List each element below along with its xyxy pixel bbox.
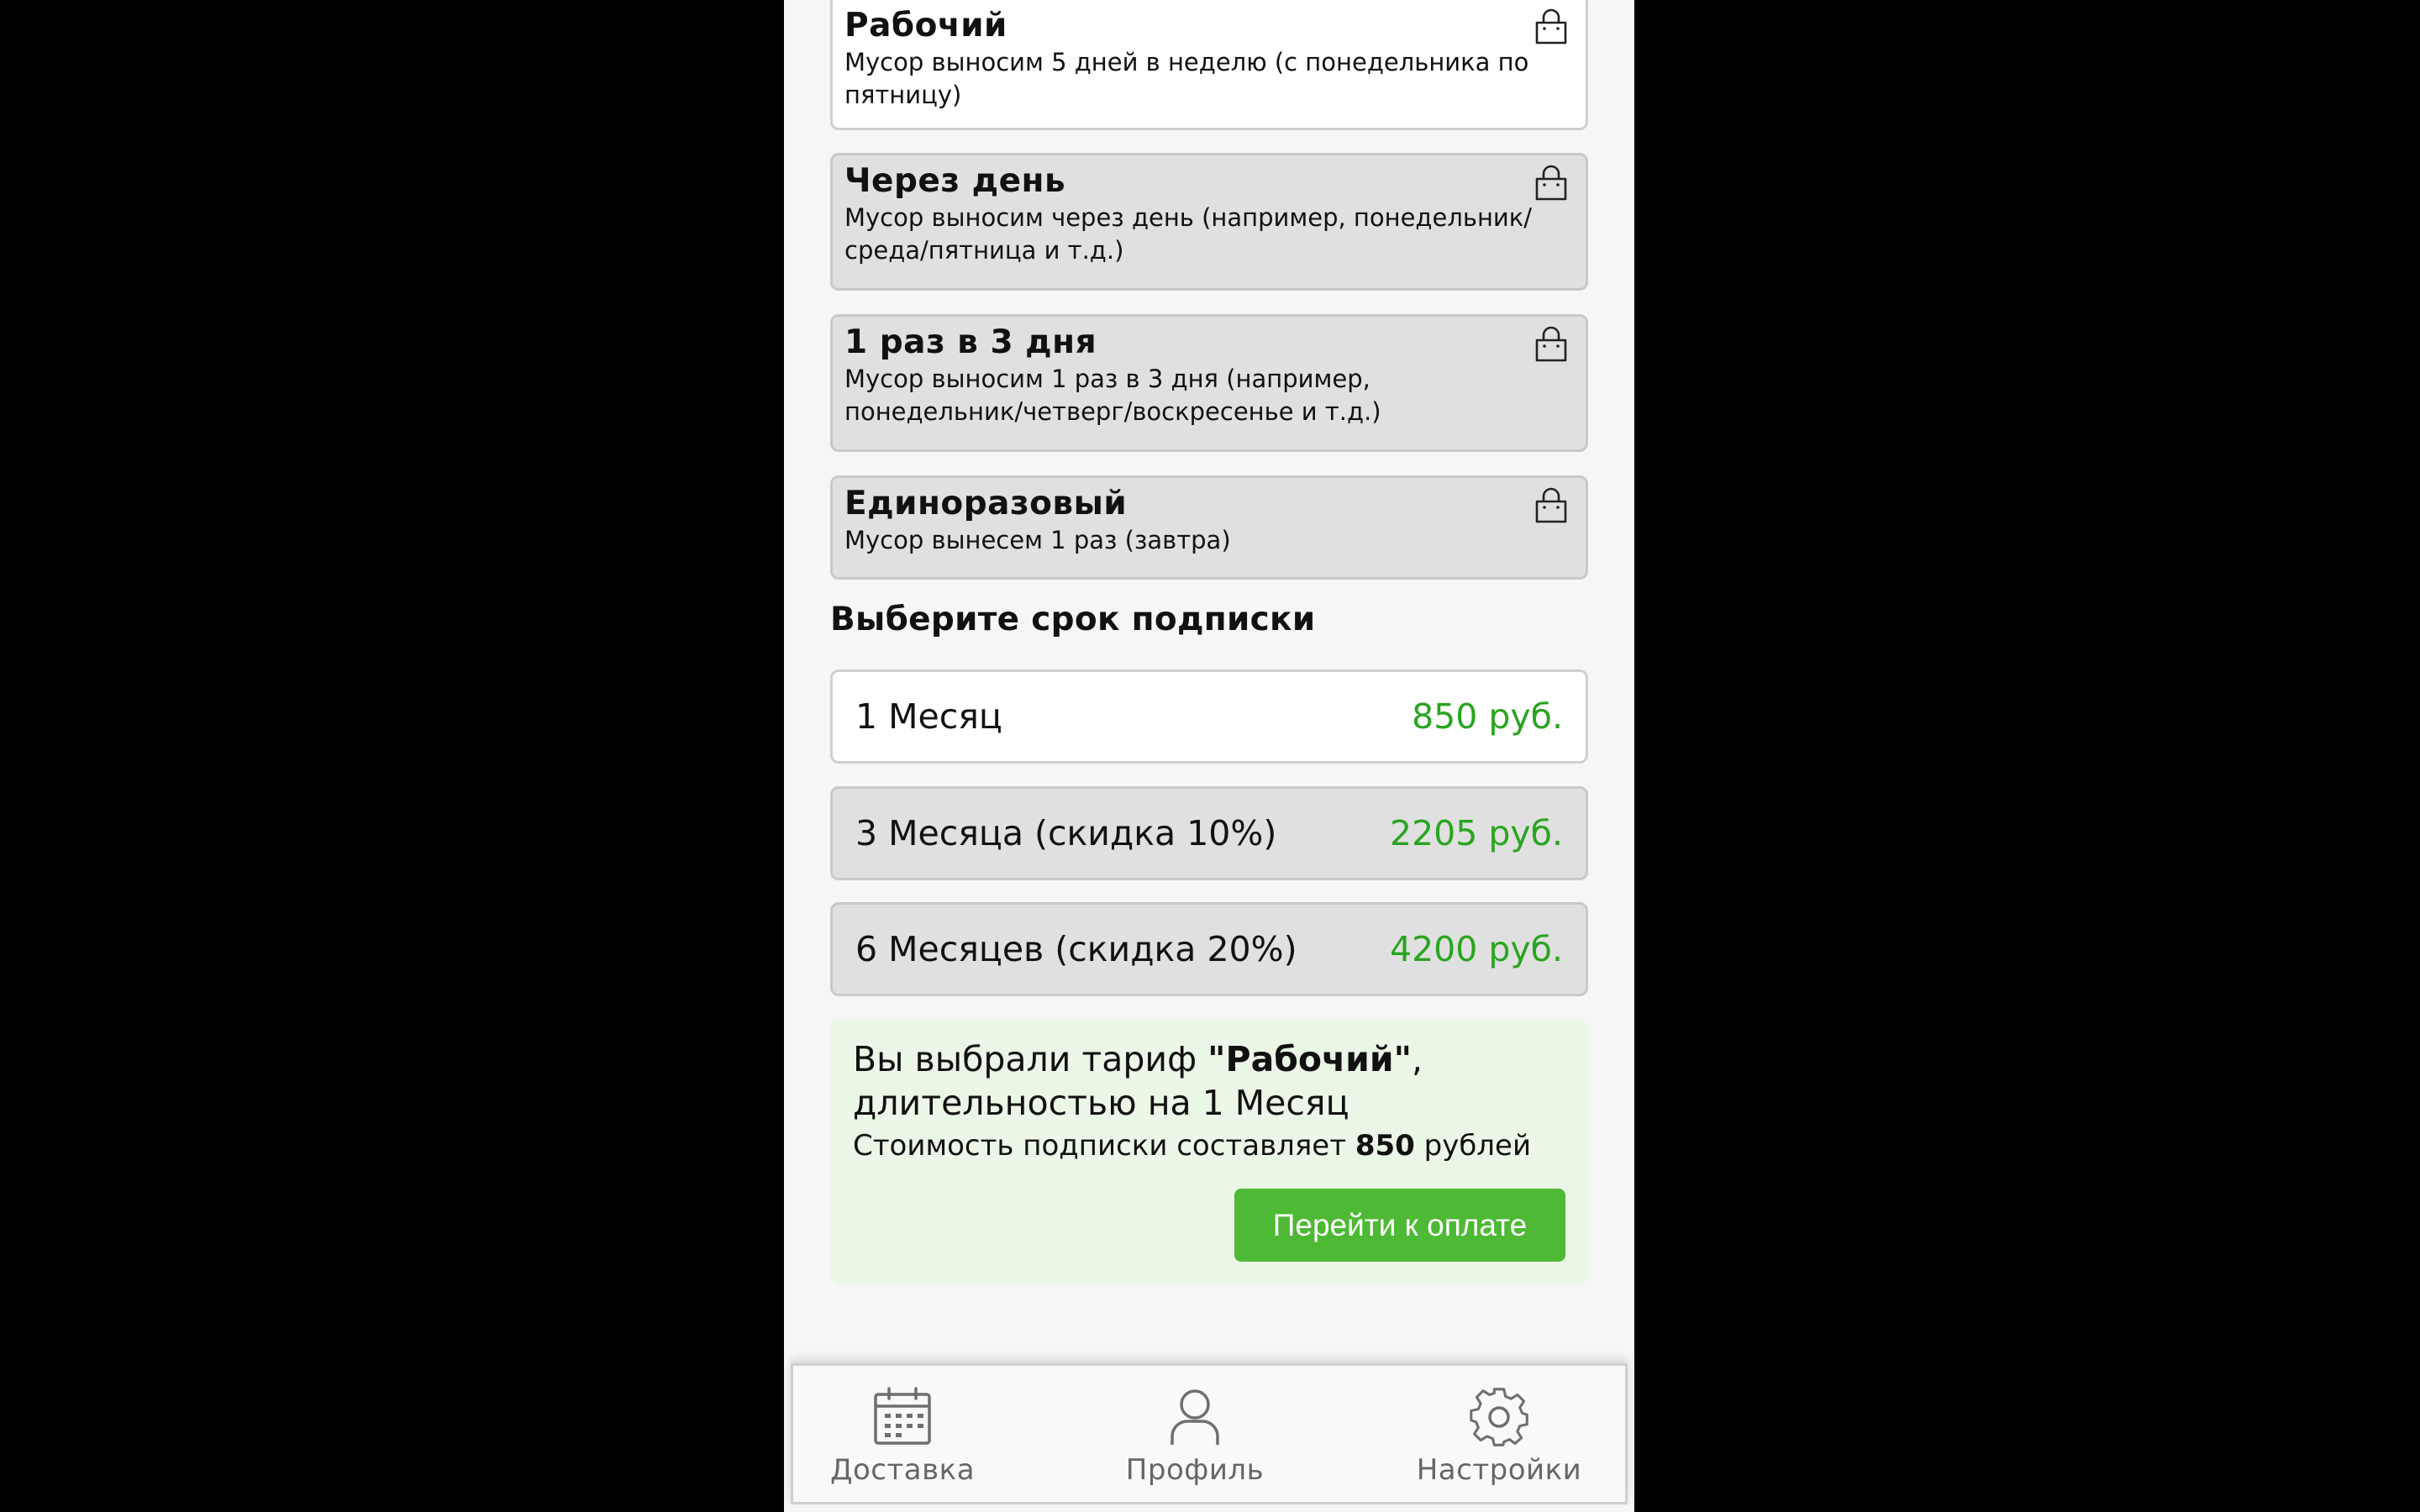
plan-description: Мусор выносим 5 дней в неделю (с понедел… <box>844 48 1529 109</box>
plan-description: Мусор вынесем 1 раз (завтра) <box>844 526 1231 554</box>
selection-summary: Вы выбрали тариф "Рабочий", длительность… <box>830 1019 1588 1284</box>
summary-duration-line: длительностью на 1 Месяц <box>853 1081 1565 1125</box>
term-option-3-months[interactable]: 3 Месяца (скидка 10%) 2205 руб. <box>830 786 1588 880</box>
plan-card-every-three-days[interactable]: 1 раз в 3 дня Мусор выносим 1 раз в 3 дн… <box>830 314 1588 452</box>
shopping-bag-icon <box>1535 165 1567 201</box>
tab-label: Доставка <box>829 1453 976 1487</box>
summary-cost: 850 <box>1355 1129 1415 1163</box>
summary-comma: , <box>1412 1039 1423 1079</box>
term-section-heading: Выберите срок подписки <box>830 601 1316 638</box>
app-screen: Рабочий Мусор выносим 5 дней в неделю (с… <box>784 0 1634 1512</box>
summary-duration: 1 Месяц <box>1202 1083 1349 1123</box>
plan-title: Рабочий <box>844 7 1007 45</box>
plan-title: 1 раз в 3 дня <box>844 323 1097 361</box>
summary-cost-prefix: Стоимость подписки составляет <box>853 1129 1355 1163</box>
shopping-bag-icon <box>1535 8 1567 45</box>
tab-label: Настройки <box>1416 1453 1582 1487</box>
calendar-icon <box>874 1387 931 1445</box>
plan-description: Мусор выносим 1 раз в 3 дня (например, п… <box>844 365 1381 426</box>
bottom-tab-bar: Доставка Профиль Настройки <box>791 1363 1628 1504</box>
tab-label: Профиль <box>1125 1453 1265 1487</box>
plan-card-every-other-day[interactable]: Через день Мусор выносим через день (нап… <box>830 153 1588 291</box>
summary-prefix: Вы выбрали тариф <box>853 1039 1208 1079</box>
term-option-1-month[interactable]: 1 Месяц 850 руб. <box>830 669 1588 764</box>
shopping-bag-icon <box>1535 326 1567 362</box>
term-option-6-months[interactable]: 6 Месяцев (скидка 20%) 4200 руб. <box>830 902 1588 996</box>
plan-title: Через день <box>844 162 1066 200</box>
plan-title: Единоразовый <box>844 485 1128 522</box>
term-price: 4200 руб. <box>1390 929 1563 969</box>
user-icon <box>1171 1389 1219 1445</box>
summary-cost-line: Стоимость подписки составляет 850 рублей <box>853 1125 1565 1167</box>
summary-plan-line: Вы выбрали тариф "Рабочий", <box>853 1037 1565 1081</box>
go-to-payment-button[interactable]: Перейти к оплате <box>1234 1189 1565 1262</box>
tab-profile[interactable]: Профиль <box>1111 1366 1279 1502</box>
summary-duration-prefix: длительностью на <box>853 1083 1202 1123</box>
plan-card-working[interactable]: Рабочий Мусор выносим 5 дней в неделю (с… <box>830 0 1588 130</box>
tab-delivery[interactable]: Доставка <box>818 1366 986 1502</box>
plan-description: Мусор выносим через день (например, поне… <box>844 203 1533 265</box>
term-label: 6 Месяцев (скидка 20%) <box>855 929 1297 969</box>
summary-cost-suffix: рублей <box>1414 1129 1532 1163</box>
tab-settings[interactable]: Настройки <box>1407 1366 1591 1502</box>
term-price: 850 руб. <box>1412 696 1563 737</box>
gear-icon <box>1470 1388 1528 1446</box>
term-label: 1 Месяц <box>855 696 1002 737</box>
shopping-bag-icon <box>1535 487 1567 523</box>
term-label: 3 Месяца (скидка 10%) <box>855 813 1277 853</box>
term-price: 2205 руб. <box>1390 813 1563 853</box>
summary-plan-name: "Рабочий" <box>1207 1039 1412 1079</box>
plan-card-one-time[interactable]: Единоразовый Мусор вынесем 1 раз (завтра… <box>830 475 1588 580</box>
